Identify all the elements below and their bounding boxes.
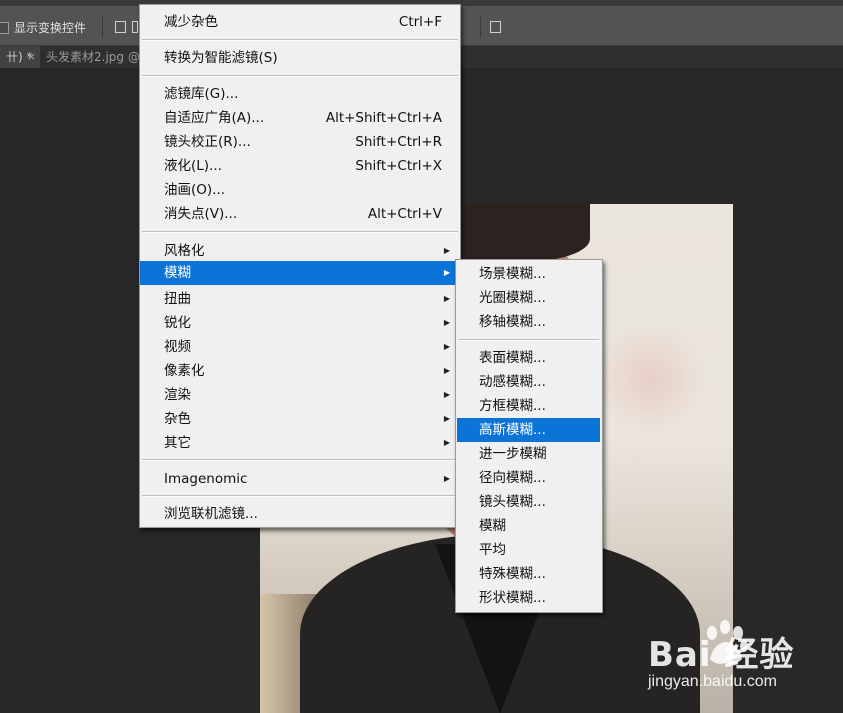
- tab-label: 头发素材2.jpg @: [46, 50, 140, 64]
- submenu-arrow-icon: ▶: [443, 438, 450, 447]
- menu-item-distort[interactable]: 扭曲 ▶: [140, 287, 460, 311]
- menu-item-liquify[interactable]: 液化(L)... Shift+Ctrl+X: [140, 154, 460, 178]
- menu-item-pixelate[interactable]: 像素化 ▶: [140, 359, 460, 383]
- options-separator: [102, 16, 103, 38]
- menu-item-filter-gallery[interactable]: 滤镜库(G)...: [140, 82, 460, 106]
- submenu-arrow-icon: ▶: [443, 414, 450, 423]
- menu-item-browse-filters-online[interactable]: 浏览联机滤镜...: [140, 502, 460, 526]
- submenu-item-surface-blur[interactable]: 表面模糊...: [457, 346, 600, 370]
- menu-item-convert-smart-filter[interactable]: 转换为智能滤镜(S): [140, 46, 460, 70]
- baidu-paw-icon: [707, 620, 748, 664]
- menu-item-adaptive-wide-angle[interactable]: 自适应广角(A)... Alt+Shift+Ctrl+A: [140, 106, 460, 130]
- blur-submenu: 场景模糊... 光圈模糊... 移轴模糊... 表面模糊... 动感模糊... …: [455, 259, 603, 613]
- watermark-url: jingyan.baidu.com: [648, 673, 777, 690]
- menu-item-other[interactable]: 其它 ▶: [140, 431, 460, 455]
- submenu-arrow-icon: ▶: [443, 366, 450, 375]
- submenu-arrow-icon: ▶: [443, 318, 450, 327]
- menu-item-video[interactable]: 视频 ▶: [140, 335, 460, 359]
- submenu-item-blur-more[interactable]: 进一步模糊: [457, 442, 600, 466]
- menu-item-stylize[interactable]: 风格化 ▶: [140, 239, 460, 263]
- close-icon[interactable]: ×: [27, 46, 36, 68]
- submenu-arrow-icon: ▶: [443, 268, 450, 277]
- menu-separator: [458, 339, 599, 341]
- show-transform-checkbox[interactable]: [0, 22, 9, 34]
- submenu-item-box-blur[interactable]: 方框模糊...: [457, 394, 600, 418]
- menu-item-lens-correction[interactable]: 镜头校正(R)... Shift+Ctrl+R: [140, 130, 460, 154]
- menu-item-vanishing-point[interactable]: 消失点(V)... Alt+Ctrl+V: [140, 202, 460, 226]
- submenu-item-lens-blur[interactable]: 镜头模糊...: [457, 490, 600, 514]
- menu-item-sharpen[interactable]: 锐化 ▶: [140, 311, 460, 335]
- submenu-item-smart-blur[interactable]: 特殊模糊...: [457, 562, 600, 586]
- menu-item-noise[interactable]: 杂色 ▶: [140, 407, 460, 431]
- submenu-item-field-blur[interactable]: 场景模糊...: [457, 262, 600, 286]
- menu-separator: [142, 39, 458, 41]
- menu-item-render[interactable]: 渲染 ▶: [140, 383, 460, 407]
- menu-separator: [142, 231, 458, 233]
- menu-separator: [142, 459, 458, 461]
- submenu-item-iris-blur[interactable]: 光圈模糊...: [457, 286, 600, 310]
- submenu-item-gaussian-blur[interactable]: 高斯模糊...: [457, 418, 600, 442]
- menu-item-oil-paint[interactable]: 油画(O)...: [140, 178, 460, 202]
- submenu-arrow-icon: ▶: [443, 342, 450, 351]
- filter-menu: 减少杂色 Ctrl+F 转换为智能滤镜(S) 滤镜库(G)... 自适应广角(A…: [139, 4, 461, 528]
- align-center-icon[interactable]: [132, 21, 138, 33]
- submenu-arrow-icon: ▶: [443, 474, 450, 483]
- menu-separator: [142, 495, 458, 497]
- baidu-jingyan-watermark: Bai 经验 jingyan.baidu.com: [648, 615, 843, 713]
- tab-hair-material[interactable]: 头发素材2.jpg @: [40, 46, 150, 68]
- submenu-item-shape-blur[interactable]: 形状模糊...: [457, 586, 600, 610]
- tab-current-document[interactable]: 卄) * ×: [0, 46, 40, 68]
- submenu-item-motion-blur[interactable]: 动感模糊...: [457, 370, 600, 394]
- submenu-arrow-icon: ▶: [443, 246, 450, 255]
- align-top-icon[interactable]: [115, 21, 126, 33]
- submenu-item-blur[interactable]: 模糊: [457, 514, 600, 538]
- menu-item-imagenomic[interactable]: Imagenomic ▶: [140, 467, 460, 491]
- menu-item-blur[interactable]: 模糊 ▶: [140, 261, 460, 285]
- submenu-item-radial-blur[interactable]: 径向模糊...: [457, 466, 600, 490]
- show-transform-label: 显示变换控件: [14, 21, 87, 35]
- submenu-item-average[interactable]: 平均: [457, 538, 600, 562]
- options-separator: [480, 16, 481, 38]
- submenu-arrow-icon: ▶: [443, 390, 450, 399]
- menu-separator: [142, 75, 458, 77]
- menu-item-reduce-noise[interactable]: 减少杂色 Ctrl+F: [140, 10, 460, 34]
- distribute-icon[interactable]: [490, 21, 501, 33]
- submenu-arrow-icon: ▶: [443, 294, 450, 303]
- submenu-item-tilt-shift[interactable]: 移轴模糊...: [457, 310, 600, 334]
